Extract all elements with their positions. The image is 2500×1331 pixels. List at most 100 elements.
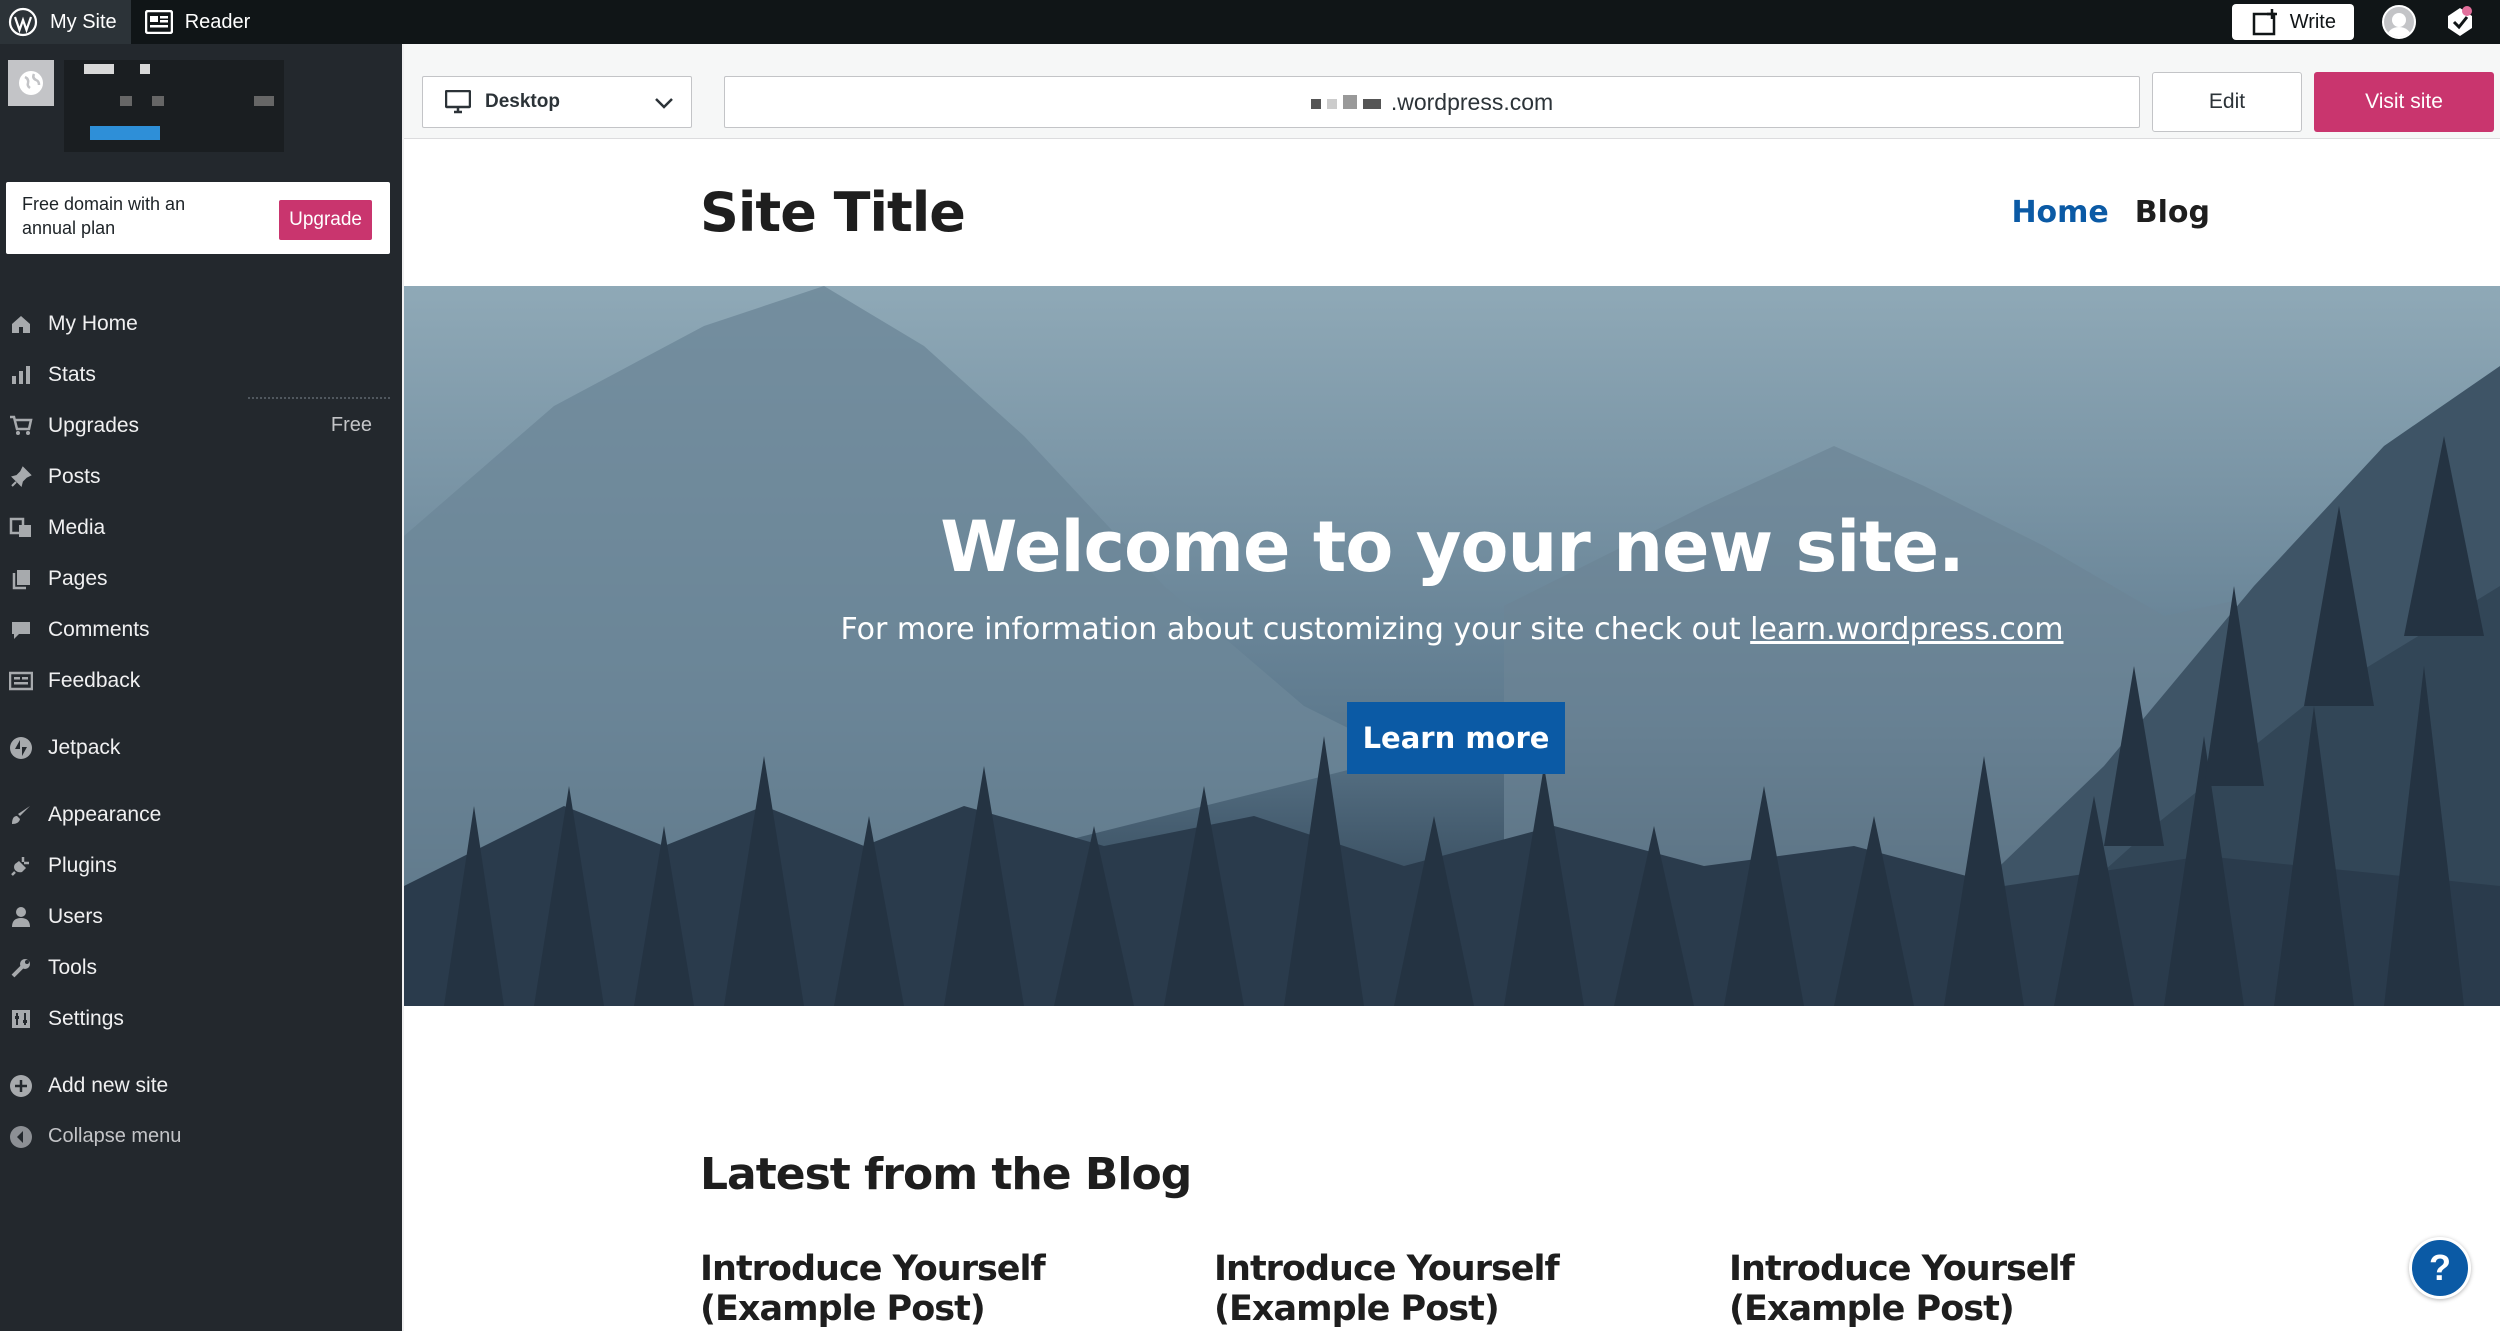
reader-icon <box>144 10 173 34</box>
site-nav-home[interactable]: Home <box>2011 195 2108 230</box>
sidebar-item-label: Feedback <box>48 668 141 692</box>
pin-icon <box>8 464 34 490</box>
device-select-value: Desktop <box>485 91 560 112</box>
site-name-redacted <box>64 60 284 152</box>
pages-icon <box>8 566 34 592</box>
jetpack-icon <box>8 735 34 761</box>
notifications-button[interactable] <box>2440 2 2480 42</box>
top-bar: My Site Reader Write <box>0 0 2500 44</box>
visit-site-button[interactable]: Visit site <box>2314 72 2494 132</box>
blog-heading: Latest from the Blog <box>700 1149 1192 1200</box>
reader-label: Reader <box>184 10 251 33</box>
site-preview: Site Title Home Blog Welcome to your new… <box>404 139 2500 1331</box>
url-redacted <box>1310 95 1387 109</box>
url-suffix: .wordpress.com <box>1390 88 1554 115</box>
preview-url-field[interactable]: .wordpress.com <box>724 76 2140 128</box>
chevron-down-icon <box>655 98 673 109</box>
settings-icon <box>8 1006 34 1032</box>
sidebar-item-my-home[interactable]: My Home <box>0 298 402 349</box>
sidebar: Free domain with an annual plan Upgrade … <box>0 44 402 1331</box>
notification-dot <box>2462 6 2472 16</box>
sidebar-item-label: Plugins <box>48 853 117 877</box>
brush-icon <box>8 802 34 828</box>
sidebar-item-users[interactable]: Users <box>0 891 402 942</box>
hero-cover: Welcome to your new site. For more infor… <box>404 286 2500 1006</box>
post-title-line: (Example Post) <box>1214 1289 1500 1329</box>
hero-title: Welcome to your new site. <box>940 506 1964 588</box>
site-title[interactable]: Site Title <box>700 181 966 244</box>
wrench-icon <box>8 955 34 981</box>
write-icon <box>2252 9 2277 36</box>
sidebar-nav: My Home Stats Upgrades Free Posts Media … <box>0 298 402 1162</box>
hero-subtitle-text: For more information about customizing y… <box>840 612 1741 647</box>
site-nav-blog[interactable]: Blog <box>2135 195 2210 230</box>
device-select[interactable]: Desktop <box>422 76 692 128</box>
reader-tab[interactable]: Reader <box>131 0 265 44</box>
sidebar-item-media[interactable]: Media <box>0 502 402 553</box>
help-button[interactable]: ? <box>2409 1237 2471 1299</box>
sidebar-item-label: Users <box>48 904 103 928</box>
upgrade-button[interactable]: Upgrade <box>279 200 372 240</box>
sidebar-item-label: Collapse menu <box>48 1125 182 1147</box>
sidebar-item-label: Comments <box>48 617 150 641</box>
media-icon <box>8 515 34 541</box>
sidebar-item-add-new-site[interactable]: Add new site <box>0 1060 402 1111</box>
sidebar-item-comments[interactable]: Comments <box>0 604 402 655</box>
sidebar-item-appearance[interactable]: Appearance <box>0 789 402 840</box>
sidebar-item-stats[interactable]: Stats <box>0 349 402 400</box>
sidebar-item-label: Posts <box>48 464 101 488</box>
sidebar-item-upgrades[interactable]: Upgrades Free <box>0 400 402 451</box>
my-site-label: My Site <box>50 10 117 33</box>
sidebar-item-label: Stats <box>48 362 96 386</box>
monitor-icon <box>445 90 471 114</box>
learn-more-button[interactable]: Learn more <box>1347 702 1565 774</box>
site-globe-icon <box>8 60 54 106</box>
feedback-icon <box>8 668 34 694</box>
plug-icon <box>8 853 34 879</box>
comment-icon <box>8 617 34 643</box>
cart-icon <box>8 413 34 439</box>
wordpress-logo-icon <box>8 7 38 37</box>
bell-icon <box>2448 8 2472 36</box>
post-title-line: Introduce Yourself <box>700 1249 1046 1289</box>
sidebar-item-label: Add new site <box>48 1073 169 1097</box>
learn-wordpress-link[interactable]: learn.wordpress.com <box>1750 612 2063 647</box>
sidebar-item-settings[interactable]: Settings <box>0 993 402 1044</box>
my-site-tab[interactable]: My Site <box>0 0 131 44</box>
sidebar-item-jetpack[interactable]: Jetpack <box>0 722 402 773</box>
plus-circle-icon <box>8 1073 34 1099</box>
sidebar-item-label: Pages <box>48 566 108 590</box>
sidebar-item-tools[interactable]: Tools <box>0 942 402 993</box>
site-nav: Home Blog <box>2011 195 2210 230</box>
preview-toolbar: Desktop .wordpress.com Edit Visit site <box>404 44 2500 139</box>
blog-post-title[interactable]: Introduce Yourself (Example Post) <box>1214 1249 1614 1329</box>
collapse-icon <box>8 1124 34 1150</box>
hero-subtitle: For more information about customizing y… <box>404 612 2500 647</box>
site-header: Site Title Home Blog <box>404 139 2500 286</box>
stats-icon <box>8 362 34 388</box>
sidebar-item-feedback[interactable]: Feedback <box>0 655 402 706</box>
sidebar-item-label: Tools <box>48 955 98 979</box>
domain-promo-text: Free domain with an annual plan <box>22 194 186 238</box>
sidebar-item-collapse-menu[interactable]: Collapse menu <box>0 1111 402 1162</box>
sidebar-item-plugins[interactable]: Plugins <box>0 840 402 891</box>
avatar[interactable] <box>2382 5 2416 39</box>
post-title-line: (Example Post) <box>1729 1289 2015 1329</box>
blog-post-title[interactable]: Introduce Yourself (Example Post) <box>1729 1249 2129 1329</box>
sidebar-item-pages[interactable]: Pages <box>0 553 402 604</box>
post-title-line: Introduce Yourself <box>1729 1249 2075 1289</box>
post-title-line: (Example Post) <box>700 1289 986 1329</box>
sidebar-item-label: Upgrades <box>48 413 140 437</box>
user-icon <box>8 904 34 930</box>
sidebar-item-label: Appearance <box>48 802 162 826</box>
blog-post-title[interactable]: Introduce Yourself (Example Post) <box>700 1249 1100 1329</box>
sidebar-item-posts[interactable]: Posts <box>0 451 402 502</box>
post-title-line: Introduce Yourself <box>1214 1249 1560 1289</box>
sidebar-item-label: My Home <box>48 311 138 335</box>
site-card[interactable] <box>8 60 388 160</box>
write-button[interactable]: Write <box>2231 4 2354 40</box>
free-domain-promo: Free domain with an annual plan Upgrade <box>6 182 390 254</box>
edit-button[interactable]: Edit <box>2152 72 2302 132</box>
upgrades-badge: Free <box>330 414 372 436</box>
write-label: Write <box>2289 10 2336 33</box>
